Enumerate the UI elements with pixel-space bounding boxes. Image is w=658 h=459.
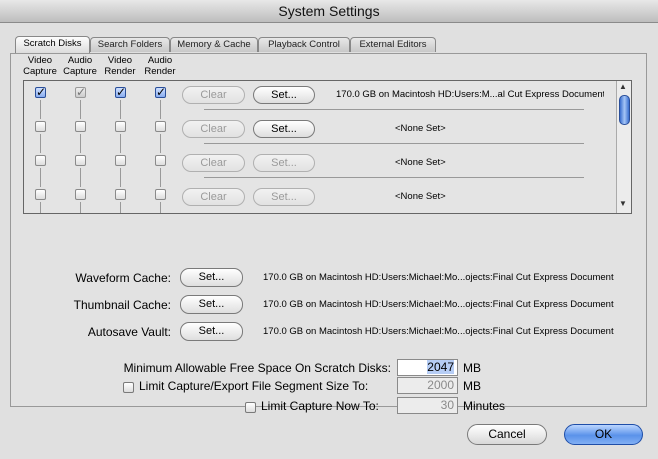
- column-header-line: Capture: [63, 66, 97, 77]
- connector-line: [120, 202, 121, 213]
- column-header-line: Audio: [147, 55, 173, 66]
- segment-size-input[interactable]: 2000: [397, 377, 458, 394]
- row-divider: [204, 143, 584, 144]
- connector-line: [80, 134, 81, 153]
- column-header-line: Capture: [23, 66, 57, 77]
- min-free-space-label: Minimum Allowable Free Space On Scratch …: [123, 361, 391, 375]
- column-header-line: Audio: [67, 55, 93, 66]
- video-capture-checkbox[interactable]: [35, 189, 46, 200]
- connector-line: [120, 100, 121, 119]
- audio-capture-checkbox[interactable]: [75, 189, 86, 200]
- audio-render-checkbox[interactable]: [155, 121, 166, 132]
- scroll-up-arrow-icon[interactable]: ▲: [619, 82, 627, 91]
- audio-render-checkbox[interactable]: [155, 189, 166, 200]
- connector-line: [80, 168, 81, 187]
- scratch-disk-list: Clear Set... 170.0 GB on Macintosh HD:Us…: [23, 80, 632, 214]
- audio-capture-checkbox[interactable]: [75, 85, 86, 99]
- video-render-checkbox[interactable]: [115, 85, 126, 99]
- limit-segment-label: Limit Capture/Export File Segment Size T…: [139, 379, 369, 393]
- limit-segment-checkbox[interactable]: [123, 382, 134, 393]
- autosave-vault-set-button[interactable]: Set...: [180, 322, 243, 341]
- column-header-line: Video: [27, 55, 53, 66]
- disk-info: 170.0 GB on Macintosh HD:Users:M...al Cu…: [336, 89, 604, 100]
- min-free-space-value: 2047: [427, 360, 454, 374]
- waveform-cache-set-button[interactable]: Set...: [180, 268, 243, 287]
- connector-line: [120, 168, 121, 187]
- settings-window: Scratch Disks Search Folders Memory & Ca…: [0, 23, 658, 459]
- thumbnail-cache-path: 170.0 GB on Macintosh HD:Users:Michael:M…: [263, 299, 614, 310]
- column-header-video-render: Video Render: [98, 55, 142, 77]
- scratch-disks-panel: Video Capture Audio Capture Video Render…: [10, 53, 647, 414]
- capture-now-unit: Minutes: [463, 399, 506, 413]
- thumbnail-cache-label: Thumbnail Cache:: [73, 298, 171, 312]
- disk-info: <None Set>: [395, 191, 446, 202]
- video-capture-checkbox[interactable]: [35, 85, 46, 99]
- tab-search-folders[interactable]: Search Folders: [90, 37, 170, 52]
- autosave-vault-label: Autosave Vault:: [87, 325, 171, 339]
- video-render-checkbox[interactable]: [115, 121, 126, 132]
- column-header-video-capture: Video Capture: [18, 55, 62, 77]
- set-button[interactable]: Set...: [253, 188, 315, 206]
- cancel-button[interactable]: Cancel: [467, 424, 547, 445]
- audio-capture-checkbox[interactable]: [75, 155, 86, 166]
- scroll-thumb[interactable]: [619, 95, 630, 125]
- disk-list-scrollbar[interactable]: ▲ ▼: [616, 81, 631, 213]
- waveform-cache-path: 170.0 GB on Macintosh HD:Users:Michael:M…: [263, 272, 614, 283]
- column-header-audio-capture: Audio Capture: [58, 55, 102, 77]
- video-render-checkbox[interactable]: [115, 155, 126, 166]
- column-header-line: Render: [104, 66, 136, 77]
- audio-render-checkbox[interactable]: [155, 85, 166, 99]
- column-header-line: Render: [144, 66, 176, 77]
- set-button[interactable]: Set...: [253, 86, 315, 104]
- connector-line: [40, 168, 41, 187]
- row-divider: [204, 177, 584, 178]
- tab-scratch-disks[interactable]: Scratch Disks: [15, 36, 90, 53]
- video-render-checkbox[interactable]: [115, 189, 126, 200]
- waveform-cache-label: Waveform Cache:: [75, 271, 171, 285]
- window-title: System Settings: [278, 3, 380, 19]
- connector-line: [160, 168, 161, 187]
- limit-capture-now-checkbox[interactable]: [245, 402, 256, 413]
- connector-line: [160, 134, 161, 153]
- connector-line: [120, 134, 121, 153]
- set-button[interactable]: Set...: [253, 120, 315, 138]
- tab-playback-control[interactable]: Playback Control: [258, 37, 350, 52]
- min-free-space-unit: MB: [463, 361, 481, 375]
- tab-memory-cache[interactable]: Memory & Cache: [170, 37, 258, 52]
- row-divider: [204, 109, 584, 110]
- segment-size-unit: MB: [463, 379, 481, 393]
- min-free-space-input[interactable]: 2047: [397, 359, 458, 376]
- connector-line: [40, 134, 41, 153]
- disk-info: <None Set>: [395, 157, 446, 168]
- limit-capture-now-label: Limit Capture Now To:: [261, 399, 379, 413]
- clear-button[interactable]: Clear: [182, 120, 245, 138]
- connector-line: [160, 100, 161, 119]
- connector-line: [40, 100, 41, 119]
- connector-line: [80, 100, 81, 119]
- ok-button[interactable]: OK: [564, 424, 643, 445]
- set-button[interactable]: Set...: [253, 154, 315, 172]
- autosave-vault-path: 170.0 GB on Macintosh HD:Users:Michael:M…: [263, 326, 614, 337]
- column-header-audio-render: Audio Render: [138, 55, 182, 77]
- clear-button[interactable]: Clear: [182, 188, 245, 206]
- disk-info: <None Set>: [395, 123, 446, 134]
- audio-capture-checkbox[interactable]: [75, 121, 86, 132]
- connector-line: [160, 202, 161, 213]
- video-capture-checkbox[interactable]: [35, 155, 46, 166]
- audio-render-checkbox[interactable]: [155, 155, 166, 166]
- clear-button[interactable]: Clear: [182, 86, 245, 104]
- column-header-line: Video: [107, 55, 133, 66]
- connector-line: [40, 202, 41, 213]
- capture-now-input[interactable]: 30: [397, 397, 458, 414]
- thumbnail-cache-set-button[interactable]: Set...: [180, 295, 243, 314]
- tab-external-editors[interactable]: External Editors: [350, 37, 436, 52]
- title-bar: System Settings: [0, 0, 658, 23]
- scroll-down-arrow-icon[interactable]: ▼: [619, 199, 627, 208]
- clear-button[interactable]: Clear: [182, 154, 245, 172]
- video-capture-checkbox[interactable]: [35, 121, 46, 132]
- connector-line: [80, 202, 81, 213]
